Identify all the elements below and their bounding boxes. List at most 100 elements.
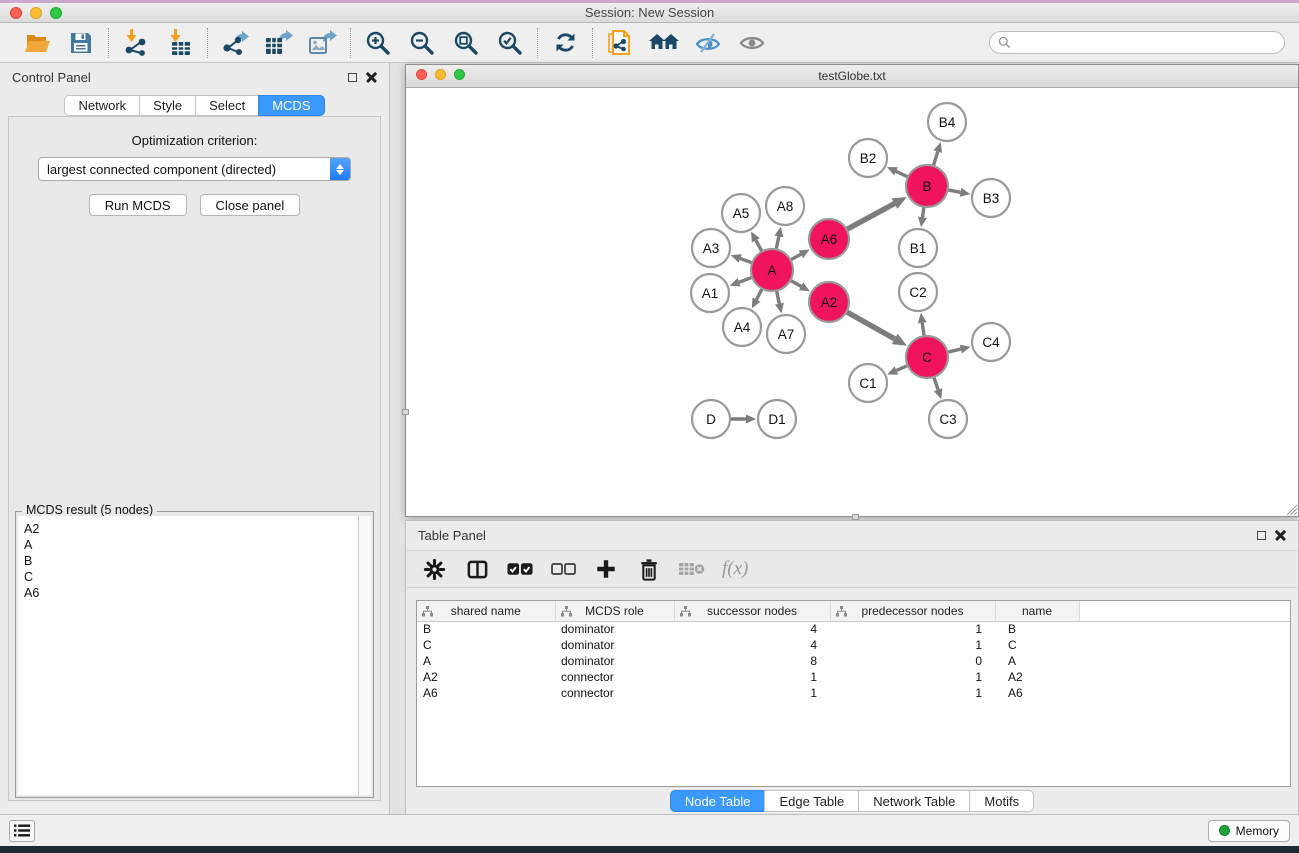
search-input[interactable]	[1016, 36, 1276, 50]
table-row[interactable]: Adominator80A	[417, 653, 1290, 669]
minimize-window-button[interactable]	[30, 7, 42, 19]
search-box[interactable]	[989, 31, 1285, 54]
cell-name[interactable]: A6	[995, 685, 1079, 701]
cell-shared-name[interactable]: B	[417, 621, 555, 637]
network-canvas[interactable]: B4B2BB3B1A5A8A3AA1A4A7A6A2C2CC4C1C3DD1	[406, 89, 1298, 516]
export-network-icon[interactable]	[220, 28, 250, 58]
close-panel-icon[interactable]	[366, 72, 377, 83]
cell-MCDS-role[interactable]: connector	[555, 669, 674, 685]
table-row[interactable]: Cdominator41C	[417, 637, 1290, 653]
cell-name[interactable]: B	[995, 621, 1079, 637]
export-table-icon[interactable]	[264, 28, 294, 58]
mcds-result-item[interactable]: C	[24, 569, 358, 585]
memory-button[interactable]: Memory	[1208, 820, 1290, 842]
cell-shared-name[interactable]: C	[417, 637, 555, 653]
task-history-button[interactable]	[9, 820, 35, 842]
mcds-result-item[interactable]: A6	[24, 585, 358, 601]
mcds-result-item[interactable]: B	[24, 553, 358, 569]
zoom-in-icon[interactable]	[363, 28, 393, 58]
cell-successor-nodes[interactable]: 4	[674, 621, 830, 637]
run-mcds-button[interactable]: Run MCDS	[89, 194, 187, 216]
home-icon[interactable]	[649, 28, 679, 58]
minimize-network-window-button[interactable]	[435, 69, 446, 80]
mcds-result-item[interactable]: A	[24, 537, 358, 553]
tab-network-table[interactable]: Network Table	[858, 790, 970, 812]
cell-name[interactable]: A	[995, 653, 1079, 669]
node-table[interactable]: shared nameMCDS rolesuccessor nodesprede…	[416, 600, 1291, 787]
close-table-panel-icon[interactable]	[1275, 530, 1286, 541]
zoom-selected-icon[interactable]	[495, 28, 525, 58]
frame-resize-handle-left[interactable]	[402, 409, 409, 415]
cell-name[interactable]: A2	[995, 669, 1079, 685]
cell-MCDS-role[interactable]: dominator	[555, 637, 674, 653]
frame-resize-grip[interactable]	[1284, 502, 1297, 515]
cell-name[interactable]: C	[995, 637, 1079, 653]
zoom-out-icon[interactable]	[407, 28, 437, 58]
table-row[interactable]: Bdominator41B	[417, 621, 1290, 637]
close-network-window-button[interactable]	[416, 69, 427, 80]
fx-label: f(x)	[722, 558, 748, 580]
deselect-all-checkboxes-icon[interactable]	[550, 556, 576, 582]
cell-predecessor-nodes[interactable]: 1	[830, 685, 995, 701]
table-row[interactable]: A6connector11A6	[417, 685, 1290, 701]
tab-network[interactable]: Network	[64, 95, 140, 116]
column-header-predecessor-nodes[interactable]: predecessor nodes	[830, 601, 995, 621]
add-row-icon[interactable]	[593, 556, 619, 582]
maximize-network-window-button[interactable]	[454, 69, 465, 80]
column-header-shared-name[interactable]: shared name	[417, 601, 555, 621]
mcds-result-list[interactable]: A2ABCA6	[18, 516, 358, 795]
cell-MCDS-role[interactable]: dominator	[555, 621, 674, 637]
delete-table-icon[interactable]	[679, 556, 705, 582]
network-window-titlebar[interactable]: testGlobe.txt	[406, 65, 1298, 88]
show-eye-icon[interactable]	[737, 28, 767, 58]
delete-row-trash-icon[interactable]	[636, 556, 662, 582]
cell-predecessor-nodes[interactable]: 1	[830, 637, 995, 653]
show-columns-icon[interactable]	[464, 556, 490, 582]
column-header-name[interactable]: name	[995, 601, 1079, 621]
column-header-MCDS-role[interactable]: MCDS role	[555, 601, 674, 621]
function-builder-icon[interactable]: f(x)	[722, 556, 748, 582]
cell-MCDS-role[interactable]: connector	[555, 685, 674, 701]
open-session-icon[interactable]	[22, 28, 52, 58]
hide-glasses-icon[interactable]	[693, 28, 723, 58]
close-panel-button[interactable]: Close panel	[200, 194, 301, 216]
cell-shared-name[interactable]: A6	[417, 685, 555, 701]
float-panel-icon[interactable]	[348, 73, 357, 82]
tab-style[interactable]: Style	[139, 95, 196, 116]
cell-successor-nodes[interactable]: 1	[674, 669, 830, 685]
cell-predecessor-nodes[interactable]: 1	[830, 669, 995, 685]
close-window-button[interactable]	[10, 7, 22, 19]
cell-shared-name[interactable]: A2	[417, 669, 555, 685]
cell-MCDS-role[interactable]: dominator	[555, 653, 674, 669]
tab-motifs[interactable]: Motifs	[969, 790, 1034, 812]
window-titlebar[interactable]: Session: New Session	[0, 3, 1299, 23]
column-header-successor-nodes[interactable]: successor nodes	[674, 601, 830, 621]
cell-predecessor-nodes[interactable]: 1	[830, 621, 995, 637]
mcds-result-item[interactable]: A2	[24, 521, 358, 537]
result-scrollbar[interactable]	[358, 516, 371, 795]
save-session-icon[interactable]	[66, 28, 96, 58]
network-graph[interactable]: B4B2BB3B1A5A8A3AA1A4A7A6A2C2CC4C1C3DD1	[406, 89, 1297, 516]
tab-node-table[interactable]: Node Table	[670, 790, 766, 812]
maximize-window-button[interactable]	[50, 7, 62, 19]
table-settings-gear-icon[interactable]	[421, 556, 447, 582]
export-image-icon[interactable]	[308, 28, 338, 58]
table-row[interactable]: A2connector11A2	[417, 669, 1290, 685]
cell-successor-nodes[interactable]: 8	[674, 653, 830, 669]
cell-predecessor-nodes[interactable]: 0	[830, 653, 995, 669]
criterion-dropdown[interactable]: largest connected component (directed)	[38, 157, 351, 181]
tab-select[interactable]: Select	[195, 95, 259, 116]
tab-mcds[interactable]: MCDS	[258, 95, 324, 116]
select-all-checkboxes-icon[interactable]	[507, 556, 533, 582]
cell-successor-nodes[interactable]: 1	[674, 685, 830, 701]
refresh-layout-icon[interactable]	[550, 28, 580, 58]
import-table-icon[interactable]	[165, 28, 195, 58]
network-from-file-icon[interactable]	[605, 28, 635, 58]
import-network-icon[interactable]	[121, 28, 151, 58]
network-window[interactable]: testGlobe.txt B4B2BB3B1A5A8A3AA1A4A7A6A2…	[405, 64, 1299, 517]
float-table-panel-icon[interactable]	[1257, 531, 1266, 540]
tab-edge-table[interactable]: Edge Table	[764, 790, 859, 812]
cell-shared-name[interactable]: A	[417, 653, 555, 669]
cell-successor-nodes[interactable]: 4	[674, 637, 830, 653]
zoom-fit-icon[interactable]	[451, 28, 481, 58]
